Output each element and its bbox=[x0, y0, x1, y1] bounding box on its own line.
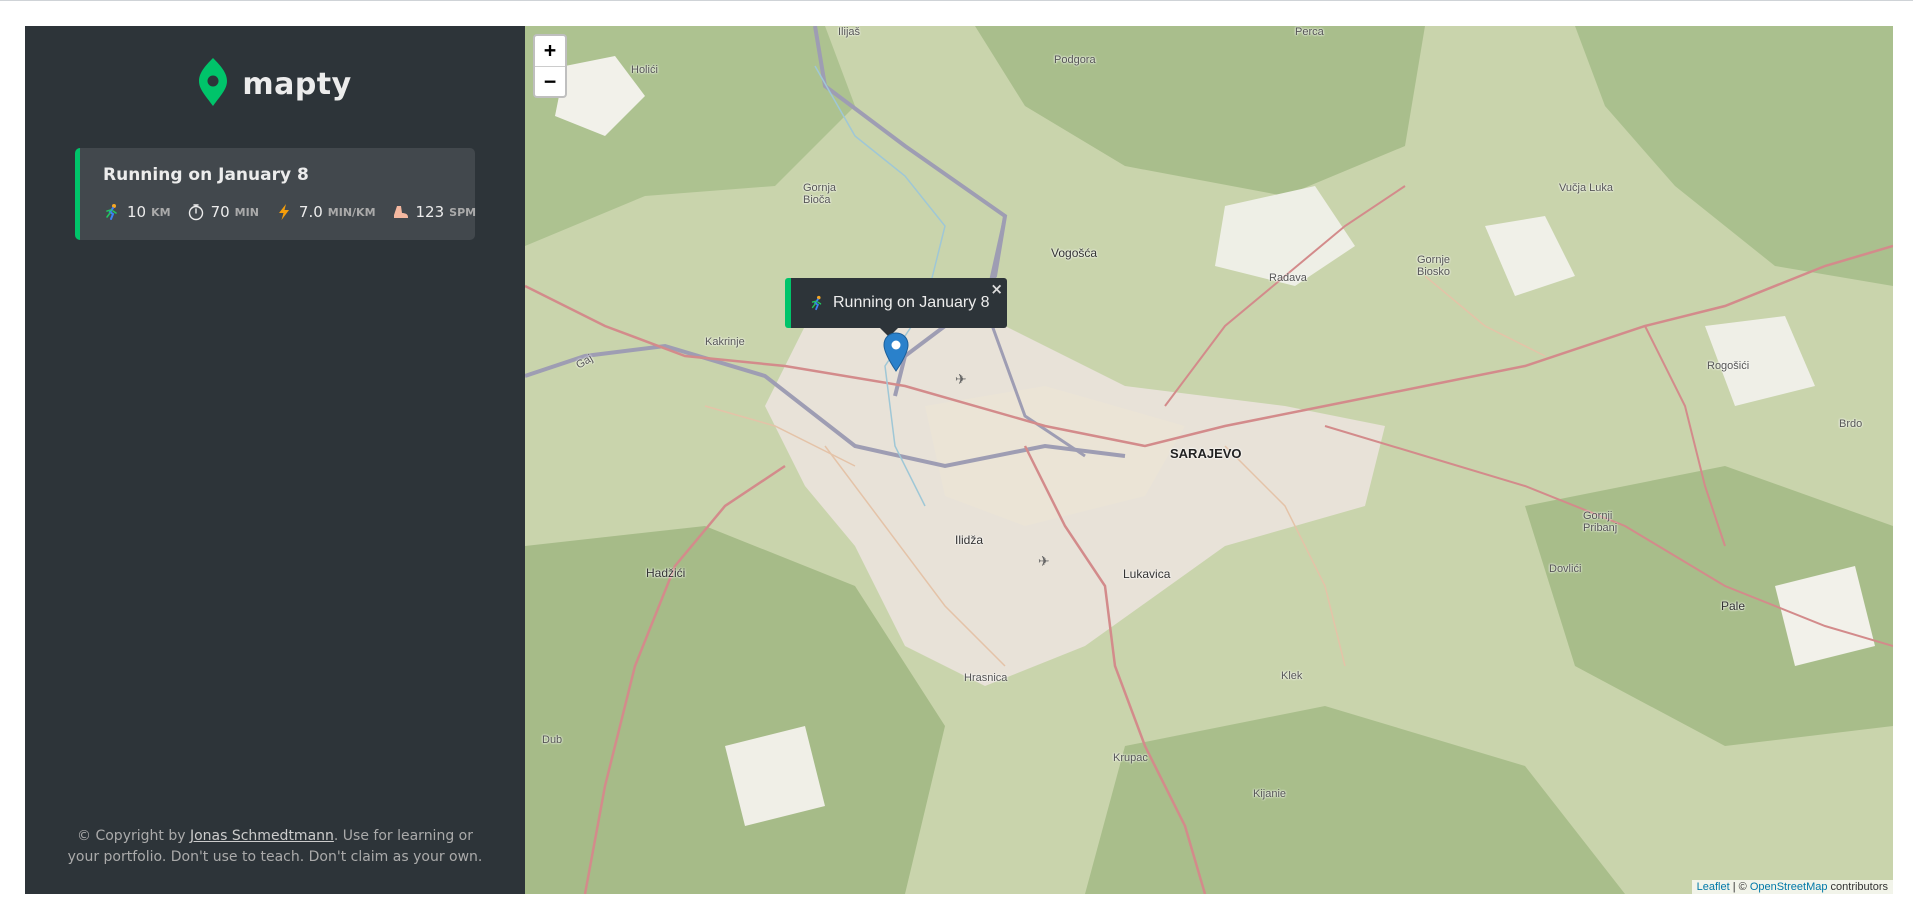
place-label: Kijanie bbox=[1253, 788, 1287, 800]
author-link[interactable]: Jonas Schmedtmann bbox=[190, 828, 334, 844]
place-label: Radava bbox=[1269, 272, 1307, 284]
place-label: Dovlići bbox=[1549, 563, 1582, 575]
place-label: Gornje Biosko bbox=[1417, 254, 1451, 278]
cadence-unit: spm bbox=[449, 205, 477, 219]
place-label: Lukavica bbox=[1123, 567, 1171, 581]
map-pin-logo-icon bbox=[198, 56, 228, 113]
lightning-icon bbox=[275, 203, 293, 221]
cadence-stat: 123 spm bbox=[392, 203, 477, 221]
map[interactable]: ✈ ✈ Ilijaš Perca Podgora Holići Gornja B… bbox=[525, 26, 1893, 894]
map-marker-icon[interactable] bbox=[883, 332, 909, 377]
duration-unit: min bbox=[234, 205, 259, 219]
place-label: Gornja Bioča bbox=[803, 182, 837, 206]
pace-unit: min/km bbox=[327, 205, 376, 219]
duration-stat: 70 min bbox=[187, 203, 259, 221]
copyright: © Copyright by Jonas Schmedtmann. Use fo… bbox=[65, 826, 485, 868]
duration-value: 70 bbox=[210, 203, 230, 221]
map-attribution: Leaflet | © OpenStreetMap contributors bbox=[1691, 880, 1893, 894]
app-container: mapty Running on January 8 10 km bbox=[25, 26, 1893, 894]
cadence-value: 123 bbox=[415, 203, 445, 221]
place-label: Brdo bbox=[1839, 418, 1863, 430]
place-label: Perca bbox=[1295, 26, 1324, 38]
place-label: Dub bbox=[542, 734, 563, 746]
distance-stat: 10 km bbox=[103, 203, 171, 221]
attribution-suffix: contributors bbox=[1827, 881, 1888, 893]
workout-stats: 10 km 70 min bbox=[103, 203, 492, 221]
pace-value: 7.0 bbox=[298, 203, 323, 221]
sidebar: mapty Running on January 8 10 km bbox=[25, 26, 525, 894]
place-label-city: SARAJEVO bbox=[1170, 446, 1242, 461]
popup-close-button[interactable]: × bbox=[990, 280, 1003, 298]
distance-unit: km bbox=[151, 205, 171, 219]
workout-item[interactable]: Running on January 8 10 km bbox=[75, 148, 476, 240]
top-divider bbox=[0, 0, 1913, 1]
foot-icon bbox=[392, 203, 410, 221]
zoom-control: + − bbox=[533, 34, 567, 98]
leaflet-link[interactable]: Leaflet bbox=[1697, 881, 1730, 893]
workout-title: Running on January 8 bbox=[103, 165, 309, 185]
attribution-separator: | © bbox=[1729, 881, 1750, 893]
runner-icon bbox=[809, 295, 825, 311]
place-label: Ilidža bbox=[955, 533, 984, 547]
zoom-out-button[interactable]: − bbox=[535, 67, 565, 97]
place-label: Ilijaš bbox=[838, 26, 861, 38]
place-label: Pale bbox=[1721, 599, 1746, 613]
workout-popup[interactable]: Running on January 8 × bbox=[785, 278, 1007, 328]
osm-link[interactable]: OpenStreetMap bbox=[1750, 881, 1828, 893]
place-label: Kakrinje bbox=[705, 336, 745, 348]
copyright-prefix: © Copyright by bbox=[77, 828, 190, 844]
place-label: Vogošća bbox=[1051, 246, 1098, 260]
svg-text:✈: ✈ bbox=[955, 372, 967, 388]
place-label: Podgora bbox=[1054, 54, 1096, 66]
place-label: Rogošići bbox=[1707, 360, 1750, 372]
place-label: Hadžići bbox=[646, 566, 686, 580]
svg-text:✈: ✈ bbox=[1038, 554, 1050, 570]
place-label: Krupac bbox=[1113, 752, 1148, 764]
pace-stat: 7.0 min/km bbox=[275, 203, 376, 221]
place-label: Holići bbox=[631, 64, 658, 76]
place-label: Gornji Pribanj bbox=[1583, 510, 1618, 534]
runner-icon bbox=[103, 203, 121, 221]
stopwatch-icon bbox=[187, 203, 205, 221]
place-label: Hrasnica bbox=[964, 672, 1008, 684]
logo: mapty bbox=[25, 56, 525, 113]
popup-text: Running on January 8 bbox=[833, 294, 990, 311]
zoom-in-button[interactable]: + bbox=[535, 36, 565, 67]
distance-value: 10 bbox=[127, 203, 147, 221]
place-label: Klek bbox=[1281, 670, 1303, 682]
logo-text: mapty bbox=[242, 67, 352, 102]
place-label: Vučja Luka bbox=[1559, 182, 1614, 194]
